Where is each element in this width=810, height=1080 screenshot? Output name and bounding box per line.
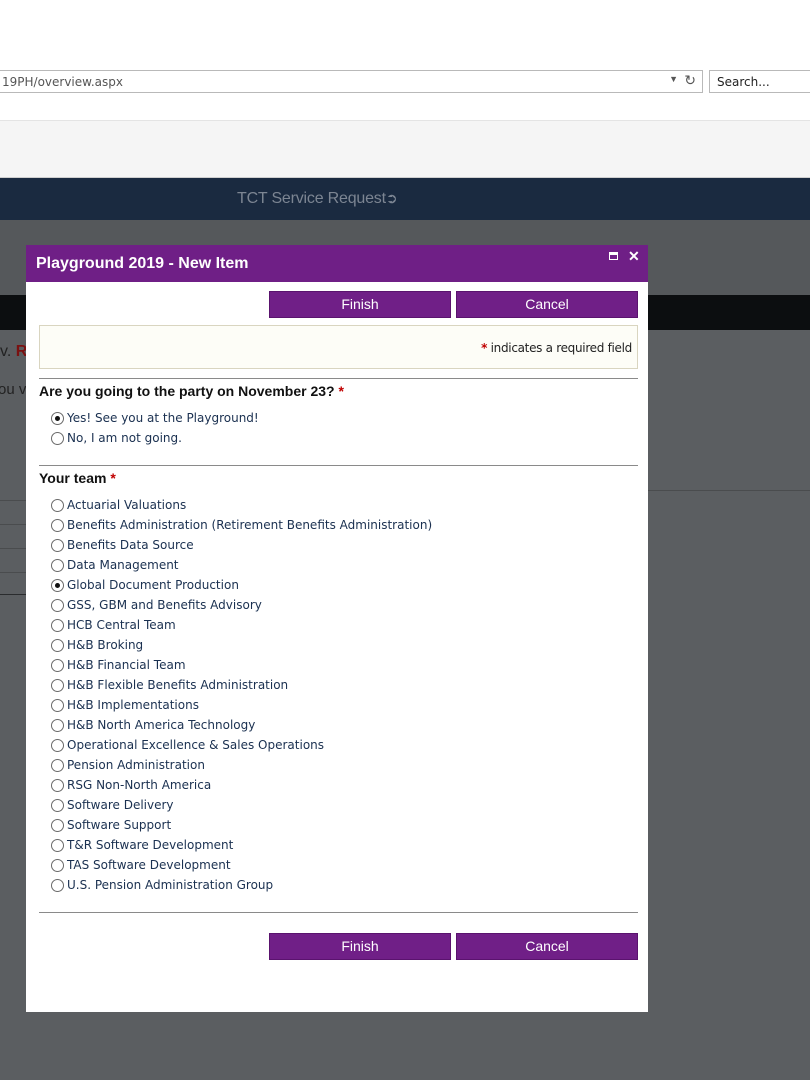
radio-label: Yes! See you at the Playground! (67, 411, 259, 425)
required-field-note: * indicates a required field (39, 325, 638, 369)
radio-button[interactable] (51, 839, 64, 852)
radio-button[interactable] (51, 432, 64, 445)
divider (39, 378, 638, 379)
question-party-label: Are you going to the party on November 2… (39, 383, 344, 399)
radio-button[interactable] (51, 759, 64, 772)
radio-label: Operational Excellence & Sales Operation… (67, 738, 325, 752)
arrow-circle-icon: ➲ (385, 190, 398, 206)
cancel-button-bottom[interactable]: Cancel (456, 933, 638, 960)
divider (39, 912, 638, 913)
radio-label: Software Support (67, 818, 172, 832)
finish-button-bottom[interactable]: Finish (269, 933, 451, 960)
radio-button[interactable] (51, 779, 64, 792)
radio-button[interactable] (51, 519, 64, 532)
new-item-dialog: Playground 2019 - New Item ✕ Finish Canc… (26, 245, 648, 1012)
radio-button[interactable] (51, 719, 64, 732)
finish-button-top[interactable]: Finish (269, 291, 451, 318)
radio-button[interactable] (51, 799, 64, 812)
radio-label: H&B North America Technology (67, 718, 256, 732)
browser-chrome (0, 0, 810, 120)
divider (39, 465, 638, 466)
divider (0, 594, 26, 595)
cancel-button-top[interactable]: Cancel (456, 291, 638, 318)
question-team-label: Your team * (39, 470, 116, 486)
radio-label: Actuarial Valuations (67, 498, 187, 512)
divider (648, 490, 810, 491)
radio-label: H&B Financial Team (67, 658, 186, 672)
radio-label: H&B Implementations (67, 698, 199, 712)
radio-label: U.S. Pension Administration Group (67, 878, 274, 892)
divider (0, 572, 26, 573)
search-placeholder: Search... (717, 75, 770, 89)
radio-button[interactable] (51, 859, 64, 872)
radio-label: H&B Broking (67, 638, 144, 652)
refresh-icon[interactable]: ↻ (684, 72, 696, 89)
radio-button[interactable] (51, 699, 64, 712)
radio-button[interactable] (51, 819, 64, 832)
radio-button[interactable] (51, 659, 64, 672)
close-icon[interactable]: ✕ (628, 248, 640, 264)
background-text: ou v (0, 381, 27, 398)
divider (0, 548, 26, 549)
radio-label: GSS, GBM and Benefits Advisory (67, 598, 262, 612)
dialog-title: Playground 2019 - New Item (36, 255, 249, 272)
radio-label: Benefits Data Source (67, 538, 194, 552)
radio-button[interactable] (51, 619, 64, 632)
radio-label: TAS Software Development (67, 858, 231, 872)
radio-label: H&B Flexible Benefits Administration (67, 678, 289, 692)
nav-link-label: TCT Service Request (237, 190, 386, 207)
chevron-down-icon[interactable]: ▼ (669, 74, 678, 84)
radio-label: Software Delivery (67, 798, 174, 812)
radio-label: Benefits Administration (Retirement Bene… (67, 518, 433, 532)
radio-label: Data Management (67, 558, 179, 572)
radio-label: Pension Administration (67, 758, 205, 772)
dialog-header: Playground 2019 - New Item ✕ (26, 245, 648, 282)
radio-button[interactable] (51, 539, 64, 552)
search-input[interactable]: Search... (709, 70, 810, 93)
divider (0, 500, 26, 501)
radio-label: T&R Software Development (67, 838, 234, 852)
radio-label: HCB Central Team (67, 618, 176, 632)
maximize-icon[interactable] (609, 252, 618, 260)
nav-link-tct-service-request[interactable]: TCT Service Request➲ (237, 190, 398, 208)
radio-button[interactable] (51, 639, 64, 652)
site-nav-bar (0, 178, 810, 220)
divider (0, 524, 26, 525)
radio-button[interactable] (51, 739, 64, 752)
address-bar[interactable]: 19PH/overview.aspx ▼ ↻ (0, 70, 703, 93)
radio-button[interactable] (51, 599, 64, 612)
radio-label: RSG Non-North America (67, 778, 212, 792)
radio-button[interactable] (51, 559, 64, 572)
radio-button[interactable] (51, 879, 64, 892)
radio-button[interactable] (51, 579, 64, 592)
browser-toolbar (0, 120, 810, 178)
required-note-text: indicates a required field (487, 341, 633, 355)
address-text: 19PH/overview.aspx (2, 75, 124, 89)
radio-button[interactable] (51, 412, 64, 425)
radio-button[interactable] (51, 679, 64, 692)
radio-label: Global Document Production (67, 578, 239, 592)
radio-label: No, I am not going. (67, 431, 182, 445)
radio-button[interactable] (51, 499, 64, 512)
